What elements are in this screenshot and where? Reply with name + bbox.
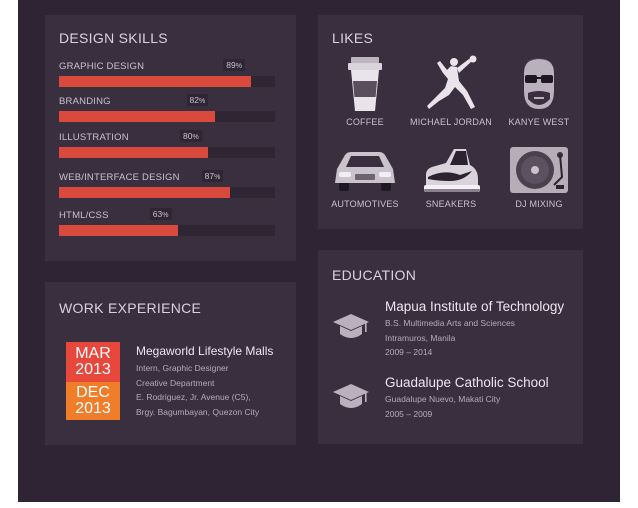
work-detail-line: Intern, Graphic Designer — [136, 363, 229, 373]
skill-bar-fill — [59, 147, 209, 158]
skill-bar-track — [59, 111, 275, 122]
school-name: Guadalupe Catholic School — [385, 375, 549, 390]
likes-card: LIKES COFFEE MICHAEL JORDAN KANYE WEST A… — [318, 15, 583, 229]
education-detail-line: 2005 – 2009 — [385, 408, 433, 419]
like-item-automotives: AUTOMOTIVES — [320, 145, 410, 209]
skill-percent-value: 87 — [204, 171, 215, 181]
school-name: Mapua Institute of Technology — [385, 299, 565, 314]
skill-bar-track — [59, 76, 275, 87]
work-detail-line: Creative Department — [136, 377, 215, 388]
education-entry: Guadalupe Catholic School Guadalupe Nuev… — [385, 375, 577, 421]
education-detail-line: 2009 – 2014 — [385, 347, 433, 357]
graduation-cap-icon — [333, 384, 369, 408]
sneaker-icon — [424, 149, 480, 192]
end-month: DEC — [76, 384, 110, 401]
like-label: DJ MIXING — [515, 199, 563, 209]
skill-item: HTML/CSS 63% — [59, 208, 275, 240]
kanye-face-icon — [524, 58, 554, 109]
skill-item: GRAPHIC DESIGN 89% — [59, 59, 275, 91]
like-label: KANYE WEST — [508, 117, 570, 127]
skill-bar-track — [59, 187, 275, 198]
skill-percent-value: 82 — [189, 95, 199, 105]
skill-percent: 63% — [149, 208, 172, 220]
end-date-badge: DEC 2013 — [66, 382, 120, 420]
likes-title: LIKES — [332, 30, 374, 46]
like-label: SNEAKERS — [425, 199, 477, 209]
skill-bar-fill — [59, 76, 252, 87]
education-title: EDUCATION — [332, 267, 417, 283]
skill-label: GRAPHIC DESIGN — [59, 61, 145, 72]
skill-percent: 80% — [180, 130, 202, 142]
education-detail-line: Guadalupe Nuevo, Makati City — [385, 394, 501, 404]
company-name: Megaworld Lifestyle Malls — [136, 344, 274, 358]
education-detail-line: Intramuros, Manila — [385, 332, 456, 343]
skill-label: WEB/INTERFACE DESIGN — [59, 172, 180, 183]
end-year: 2013 — [75, 400, 111, 417]
like-label: COFFEE — [346, 117, 384, 127]
skill-label: ILLUSTRATION — [59, 132, 129, 143]
skill-label: BRANDING — [59, 96, 111, 107]
skill-percent: 82% — [186, 94, 209, 106]
skill-bar-track — [59, 225, 275, 236]
skill-item: BRANDING 82% — [59, 94, 275, 126]
education-detail-line: B.S. Multimedia Arts and Sciences — [385, 318, 515, 328]
percent-sign: % — [162, 212, 169, 219]
start-month: MAR — [75, 345, 111, 362]
car-icon — [335, 152, 395, 191]
skill-item: WEB/INTERFACE DESIGN 87% — [59, 170, 275, 202]
percent-sign: % — [198, 98, 206, 105]
skill-bar-track — [59, 147, 275, 158]
like-item-coffee: COFFEE — [320, 55, 410, 127]
like-item-sneakers: SNEAKERS — [406, 145, 496, 209]
design-skills-title: DESIGN SKILLS — [59, 30, 168, 46]
work-details: Megaworld Lifestyle Malls Intern, Graphi… — [136, 344, 286, 419]
start-year: 2013 — [75, 361, 111, 378]
like-item-michael-jordan: MICHAEL JORDAN — [406, 55, 496, 127]
like-label: MICHAEL JORDAN — [410, 117, 492, 127]
like-label: AUTOMOTIVES — [331, 199, 399, 209]
graduation-cap-icon — [333, 314, 369, 338]
work-experience-title: WORK EXPERIENCE — [59, 300, 202, 316]
jumpman-icon — [427, 55, 477, 109]
skill-percent-value: 63 — [152, 209, 163, 219]
turntable-icon — [510, 147, 568, 193]
skill-bar-fill — [59, 225, 178, 236]
like-item-dj-mixing: DJ MIXING — [494, 145, 584, 209]
skill-percent-value: 89 — [226, 60, 236, 70]
education-card: EDUCATION Mapua Institute of Technology … — [318, 250, 583, 444]
start-date-badge: MAR 2013 — [66, 342, 120, 382]
percent-sign: % — [192, 134, 199, 141]
skill-item: ILLUSTRATION 80% — [59, 130, 275, 162]
like-item-kanye-west: KANYE WEST — [494, 55, 584, 127]
design-skills-card: DESIGN SKILLS GRAPHIC DESIGN 89% BRANDIN… — [45, 15, 296, 261]
work-detail-line: Brgy. Bagumbayan, Quezon City — [136, 406, 260, 417]
percent-sign: % — [235, 63, 242, 70]
skill-percent-value: 80 — [183, 131, 193, 141]
education-entry: Mapua Institute of Technology B.S. Multi… — [385, 299, 577, 360]
skill-percent: 89% — [223, 59, 245, 71]
work-experience-card: WORK EXPERIENCE MAR 2013 DEC 2013 Megawo… — [45, 282, 296, 445]
coffee-cup-icon — [348, 57, 382, 111]
skill-bar-fill — [59, 111, 215, 122]
work-detail-line: E. Rodriguez, Jr. Avenue (C5), — [136, 392, 251, 402]
skill-bar-fill — [59, 187, 230, 198]
percent-sign: % — [214, 174, 221, 181]
skill-percent: 87% — [201, 170, 224, 182]
skill-label: HTML/CSS — [59, 210, 109, 221]
